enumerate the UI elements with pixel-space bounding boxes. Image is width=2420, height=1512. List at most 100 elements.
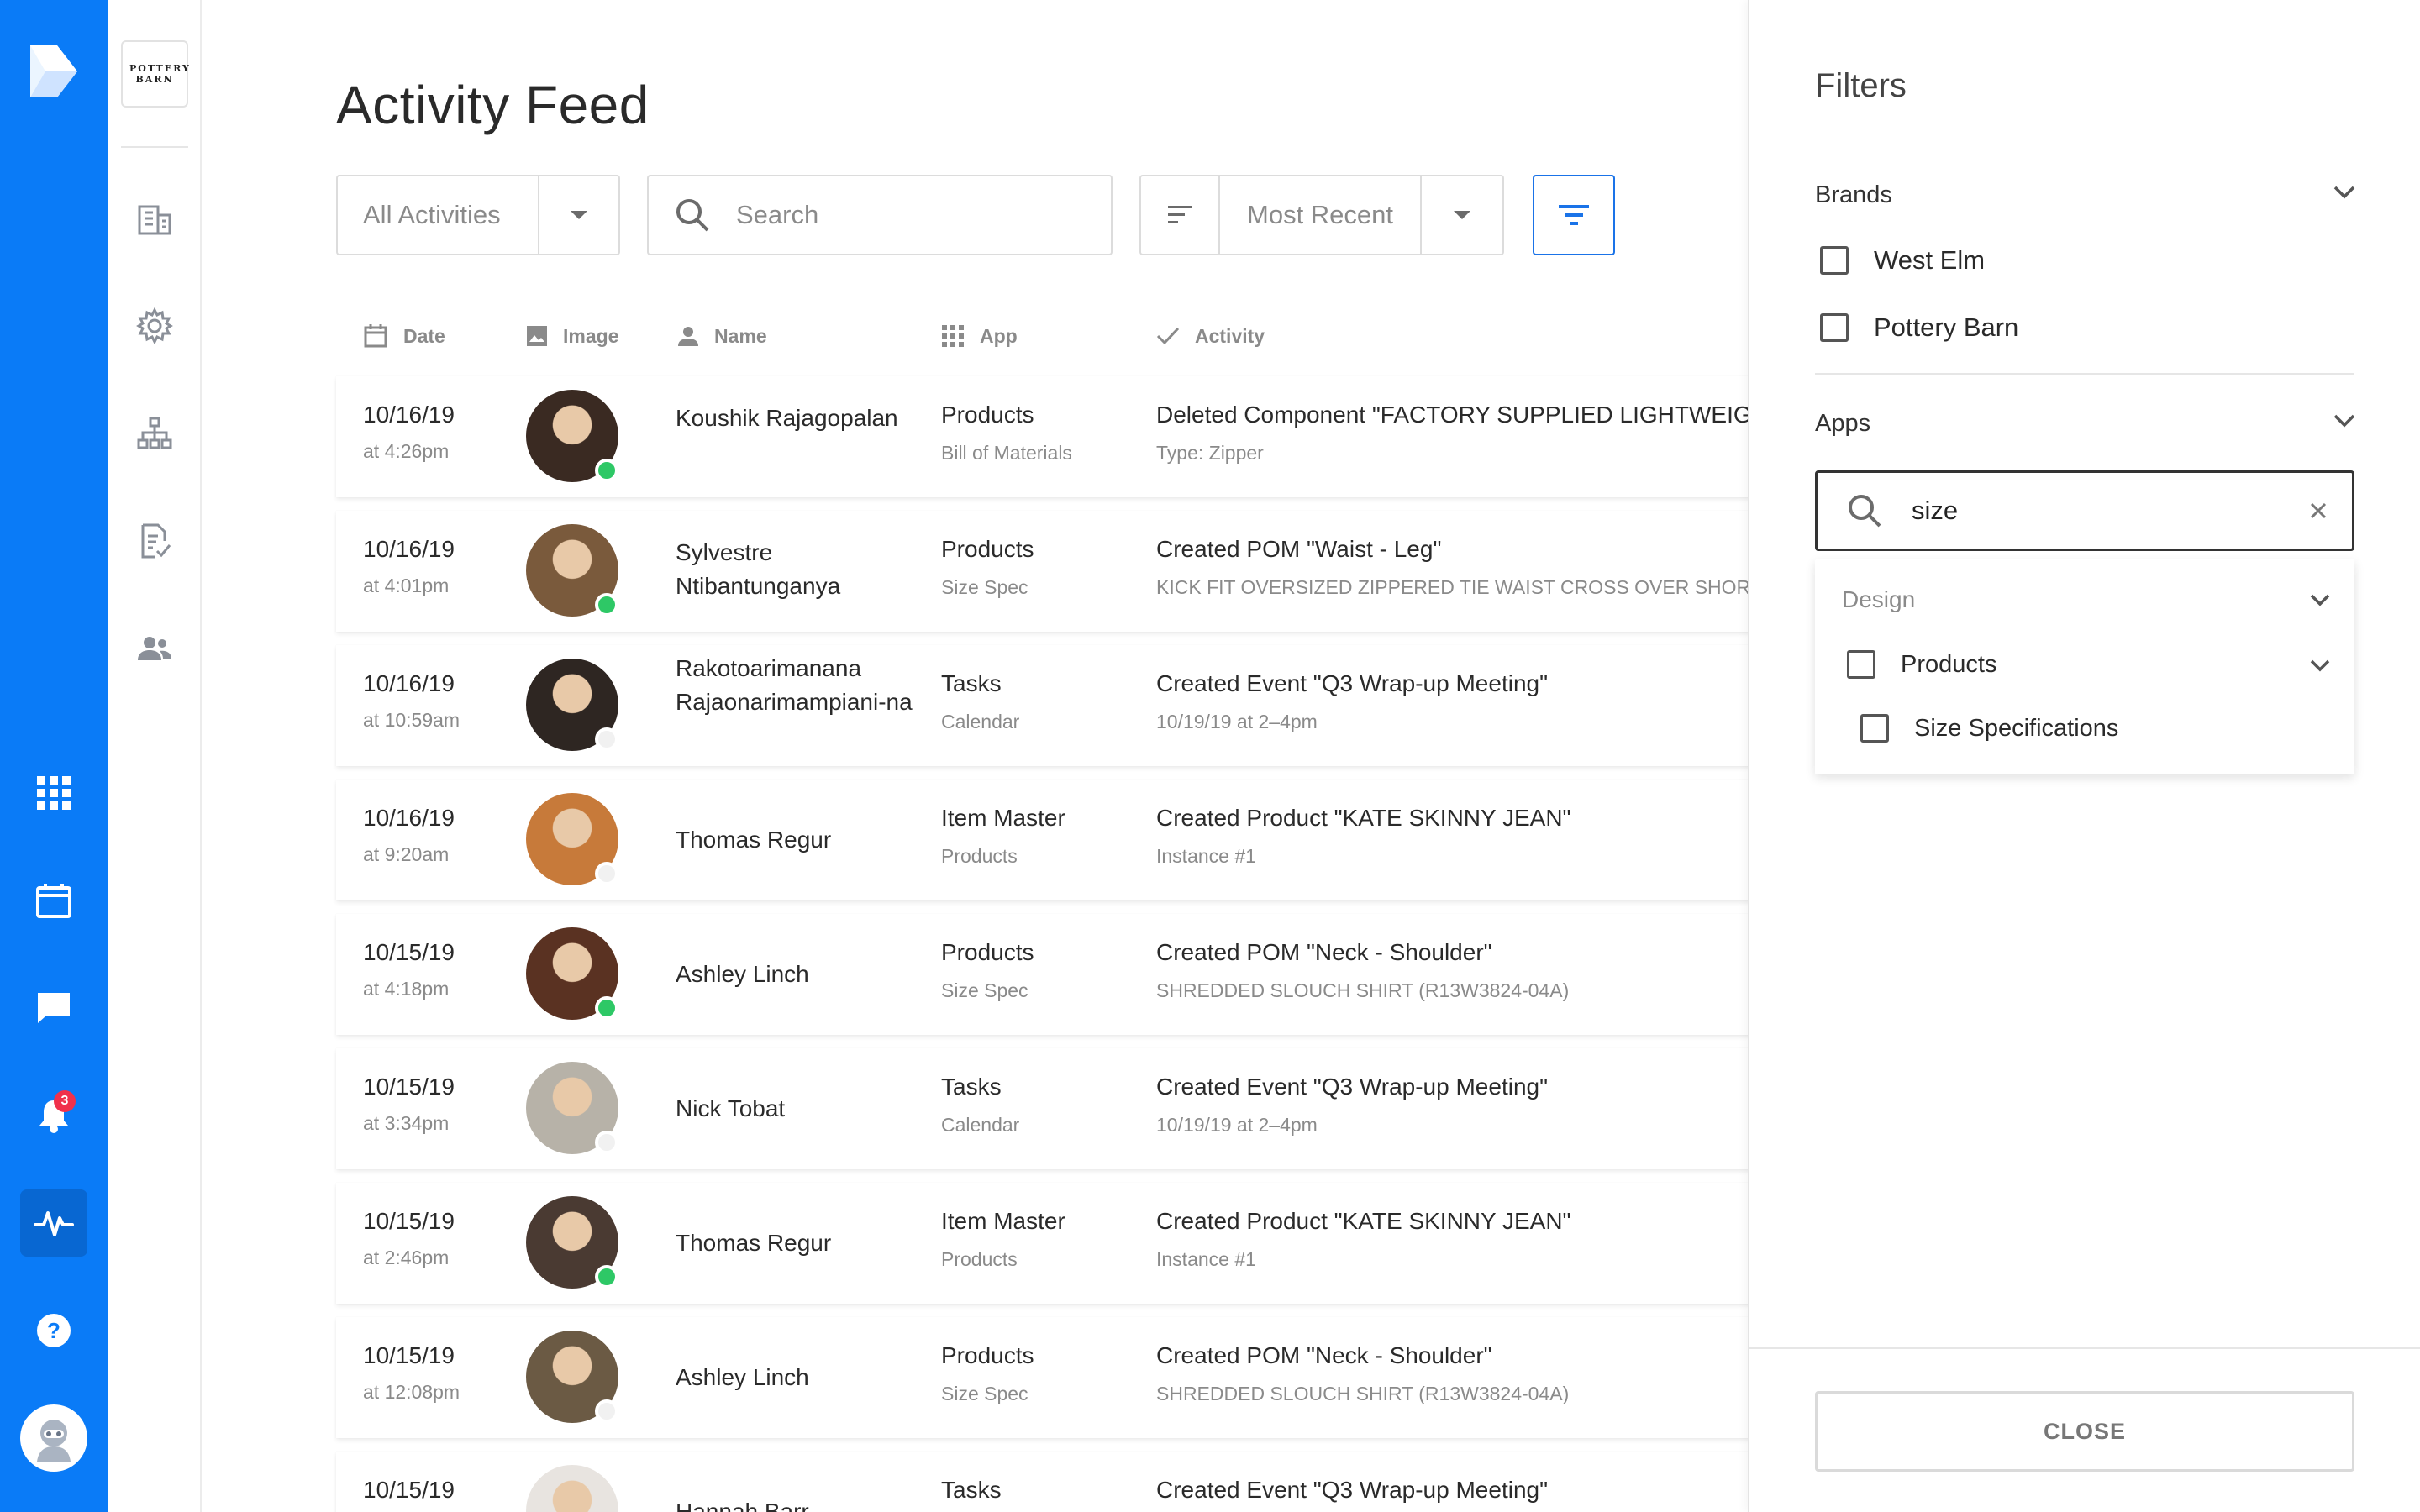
row-name[interactable]: Ashley Linch <box>676 1361 919 1394</box>
document-check-icon[interactable] <box>131 517 178 564</box>
table-row[interactable]: 10/15/19 Hannah Barr Tasks Created Event "Q… <box>336 1452 1765 1512</box>
clear-icon[interactable] <box>2285 501 2352 520</box>
users-icon[interactable] <box>131 625 178 672</box>
brand-logo-text: POTTERY BARN <box>129 63 191 85</box>
filter-icon <box>1559 205 1589 225</box>
brand-option-west-elm[interactable]: West Elm <box>1820 245 1985 276</box>
caret-down-icon[interactable] <box>539 209 618 221</box>
table-row[interactable]: 10/15/19 at 2:46pm Thomas Regur Item Master… <box>336 1183 1765 1304</box>
row-activity[interactable]: Created Event "Q3 Wrap-up Meeting" <box>1156 1074 1753 1100</box>
row-activity[interactable]: Created Event "Q3 Wrap-up Meeting" <box>1156 670 1753 697</box>
name-cell: Thomas Regur <box>676 1226 919 1260</box>
search-field[interactable]: Search <box>647 175 1113 255</box>
activity-cell: Created Product "KATE SKINNY JEAN" Instan… <box>1156 1208 1753 1271</box>
table-row[interactable]: 10/16/19 at 9:20am Thomas Regur Item Master… <box>336 780 1765 900</box>
apps-grid-icon[interactable] <box>20 759 87 827</box>
row-time: at 12:08pm <box>363 1381 460 1403</box>
row-app-sub: Calendar <box>941 711 1020 732</box>
column-activity[interactable]: Activity <box>1156 319 1265 353</box>
checkbox[interactable] <box>1820 246 1849 275</box>
row-activity[interactable]: Created Product "KATE SKINNY JEAN" <box>1156 805 1753 832</box>
apps-section-title[interactable]: Apps <box>1815 410 1870 438</box>
brand-option-pottery-barn[interactable]: Pottery Barn <box>1820 312 2018 343</box>
activity-cell: Created Product "KATE SKINNY JEAN" Instan… <box>1156 805 1753 868</box>
app-logo-icon[interactable] <box>27 42 81 101</box>
row-name[interactable]: Rakotoarimanana Rajaonarimampiani-na <box>676 652 919 719</box>
brand-switcher[interactable]: POTTERY BARN <box>121 40 191 108</box>
checkbox[interactable] <box>1860 714 1889 743</box>
sort-icon[interactable] <box>1141 203 1218 227</box>
activity-pulse-icon[interactable] <box>20 1189 87 1257</box>
row-app: Item Master <box>941 1208 1065 1234</box>
activity-cell: Created POM "Neck - Shoulder" SHREDDED SL… <box>1156 939 1753 1002</box>
chevron-down-icon[interactable] <box>2309 659 2331 672</box>
row-activity[interactable]: Deleted Component "FACTORY SUPPLIED LIGH… <box>1156 402 1753 428</box>
row-name[interactable]: Koushik Rajagopalan <box>676 402 919 435</box>
app-option-products[interactable]: Products <box>1847 650 1996 679</box>
checkbox[interactable] <box>1820 313 1849 342</box>
chevron-down-icon[interactable] <box>2333 413 2356 428</box>
filter-toggle-button[interactable] <box>1533 175 1615 255</box>
presence-dot <box>595 1131 618 1154</box>
sort-select[interactable]: Most Recent <box>1139 175 1504 255</box>
column-date[interactable]: Date <box>363 319 445 353</box>
help-icon[interactable]: ? <box>20 1297 87 1364</box>
activity-type-select[interactable]: All Activities <box>336 175 620 255</box>
check-icon <box>1156 327 1180 345</box>
robot-avatar-icon <box>37 1420 71 1462</box>
date-cell: 10/16/19 at 9:20am <box>363 805 455 866</box>
brand-option-label: West Elm <box>1874 245 1986 275</box>
table-row[interactable]: 10/16/19 at 4:01pm Sylvestre Ntibantungany… <box>336 511 1765 632</box>
row-date: 10/16/19 <box>363 670 455 696</box>
chevron-down-icon[interactable] <box>2333 185 2356 200</box>
activity-cell: Created POM "Neck - Shoulder" SHREDDED SL… <box>1156 1342 1753 1405</box>
building-icon[interactable] <box>131 195 178 242</box>
row-activity-sub: 10/19/19 at 2–4pm <box>1156 711 1318 732</box>
hierarchy-icon[interactable] <box>131 410 178 457</box>
app-option-size-specifications[interactable]: Size Specifications <box>1860 714 2118 743</box>
table-row[interactable]: 10/15/19 at 12:08pm Ashley Linch Products Si… <box>336 1317 1765 1438</box>
column-name[interactable]: Name <box>677 319 767 353</box>
chat-icon[interactable] <box>20 974 87 1042</box>
table-row[interactable]: 10/15/19 at 4:18pm Ashley Linch Products Siz… <box>336 914 1765 1035</box>
row-name[interactable]: Nick Tobat <box>676 1092 919 1126</box>
settings-gear-icon[interactable] <box>131 302 178 349</box>
row-activity[interactable]: Created POM "Waist - Leg" <box>1156 536 1753 563</box>
row-activity[interactable]: Created Event "Q3 Wrap-up Meeting" <box>1156 1477 1753 1504</box>
presence-dot <box>595 1399 618 1423</box>
table-row[interactable]: 10/15/19 at 3:34pm Nick Tobat Tasks Calendar… <box>336 1048 1765 1169</box>
dropdown-group-design[interactable]: Design <box>1842 586 1915 613</box>
column-image[interactable]: Image <box>526 319 618 353</box>
row-name[interactable]: Thomas Regur <box>676 823 919 857</box>
user-avatar[interactable] <box>20 1404 87 1472</box>
checkbox[interactable] <box>1847 650 1876 679</box>
row-name[interactable]: Thomas Regur <box>676 1226 919 1260</box>
calendar-icon[interactable] <box>20 867 87 934</box>
notifications-button[interactable]: 3 <box>20 1082 87 1149</box>
avatar[interactable] <box>526 1465 618 1512</box>
row-name[interactable]: Hannah Barr <box>676 1495 919 1512</box>
row-name[interactable]: Ashley Linch <box>676 958 919 991</box>
image-icon <box>527 326 547 346</box>
row-activity[interactable]: Created POM "Neck - Shoulder" <box>1156 1342 1753 1369</box>
table-row[interactable]: 10/16/19 at 10:59am Rakotoarimanana Rajaon… <box>336 645 1765 766</box>
footer-divider <box>1749 1347 2420 1349</box>
row-activity-sub: SHREDDED SLOUCH SHIRT (R13W3824-04A) <box>1156 1383 1570 1404</box>
close-button[interactable]: CLOSE <box>1815 1391 2354 1472</box>
brands-section-title[interactable]: Brands <box>1815 181 1892 209</box>
app-cell: Item Master Products <box>941 805 1065 868</box>
apps-search-input[interactable]: size <box>1815 470 2354 551</box>
row-date: 10/15/19 <box>363 1208 455 1234</box>
row-name[interactable]: Sylvestre Ntibantunganya <box>676 536 919 603</box>
table-row[interactable]: 10/16/19 at 4:26pm Koushik Rajagopalan Prod… <box>336 376 1765 497</box>
column-app[interactable]: App <box>941 319 1018 353</box>
chevron-down-icon[interactable] <box>2309 593 2331 606</box>
caret-down-icon[interactable] <box>1422 209 1502 221</box>
search-input[interactable]: Search <box>736 200 818 230</box>
app-option-label: Size Specifications <box>1914 714 2119 742</box>
apps-search-value[interactable]: size <box>1912 496 2285 526</box>
brand-option-label: Pottery Barn <box>1874 312 2019 342</box>
row-activity[interactable]: Created Product "KATE SKINNY JEAN" <box>1156 1208 1753 1235</box>
date-cell: 10/16/19 at 4:01pm <box>363 536 455 597</box>
row-activity[interactable]: Created POM "Neck - Shoulder" <box>1156 939 1753 966</box>
